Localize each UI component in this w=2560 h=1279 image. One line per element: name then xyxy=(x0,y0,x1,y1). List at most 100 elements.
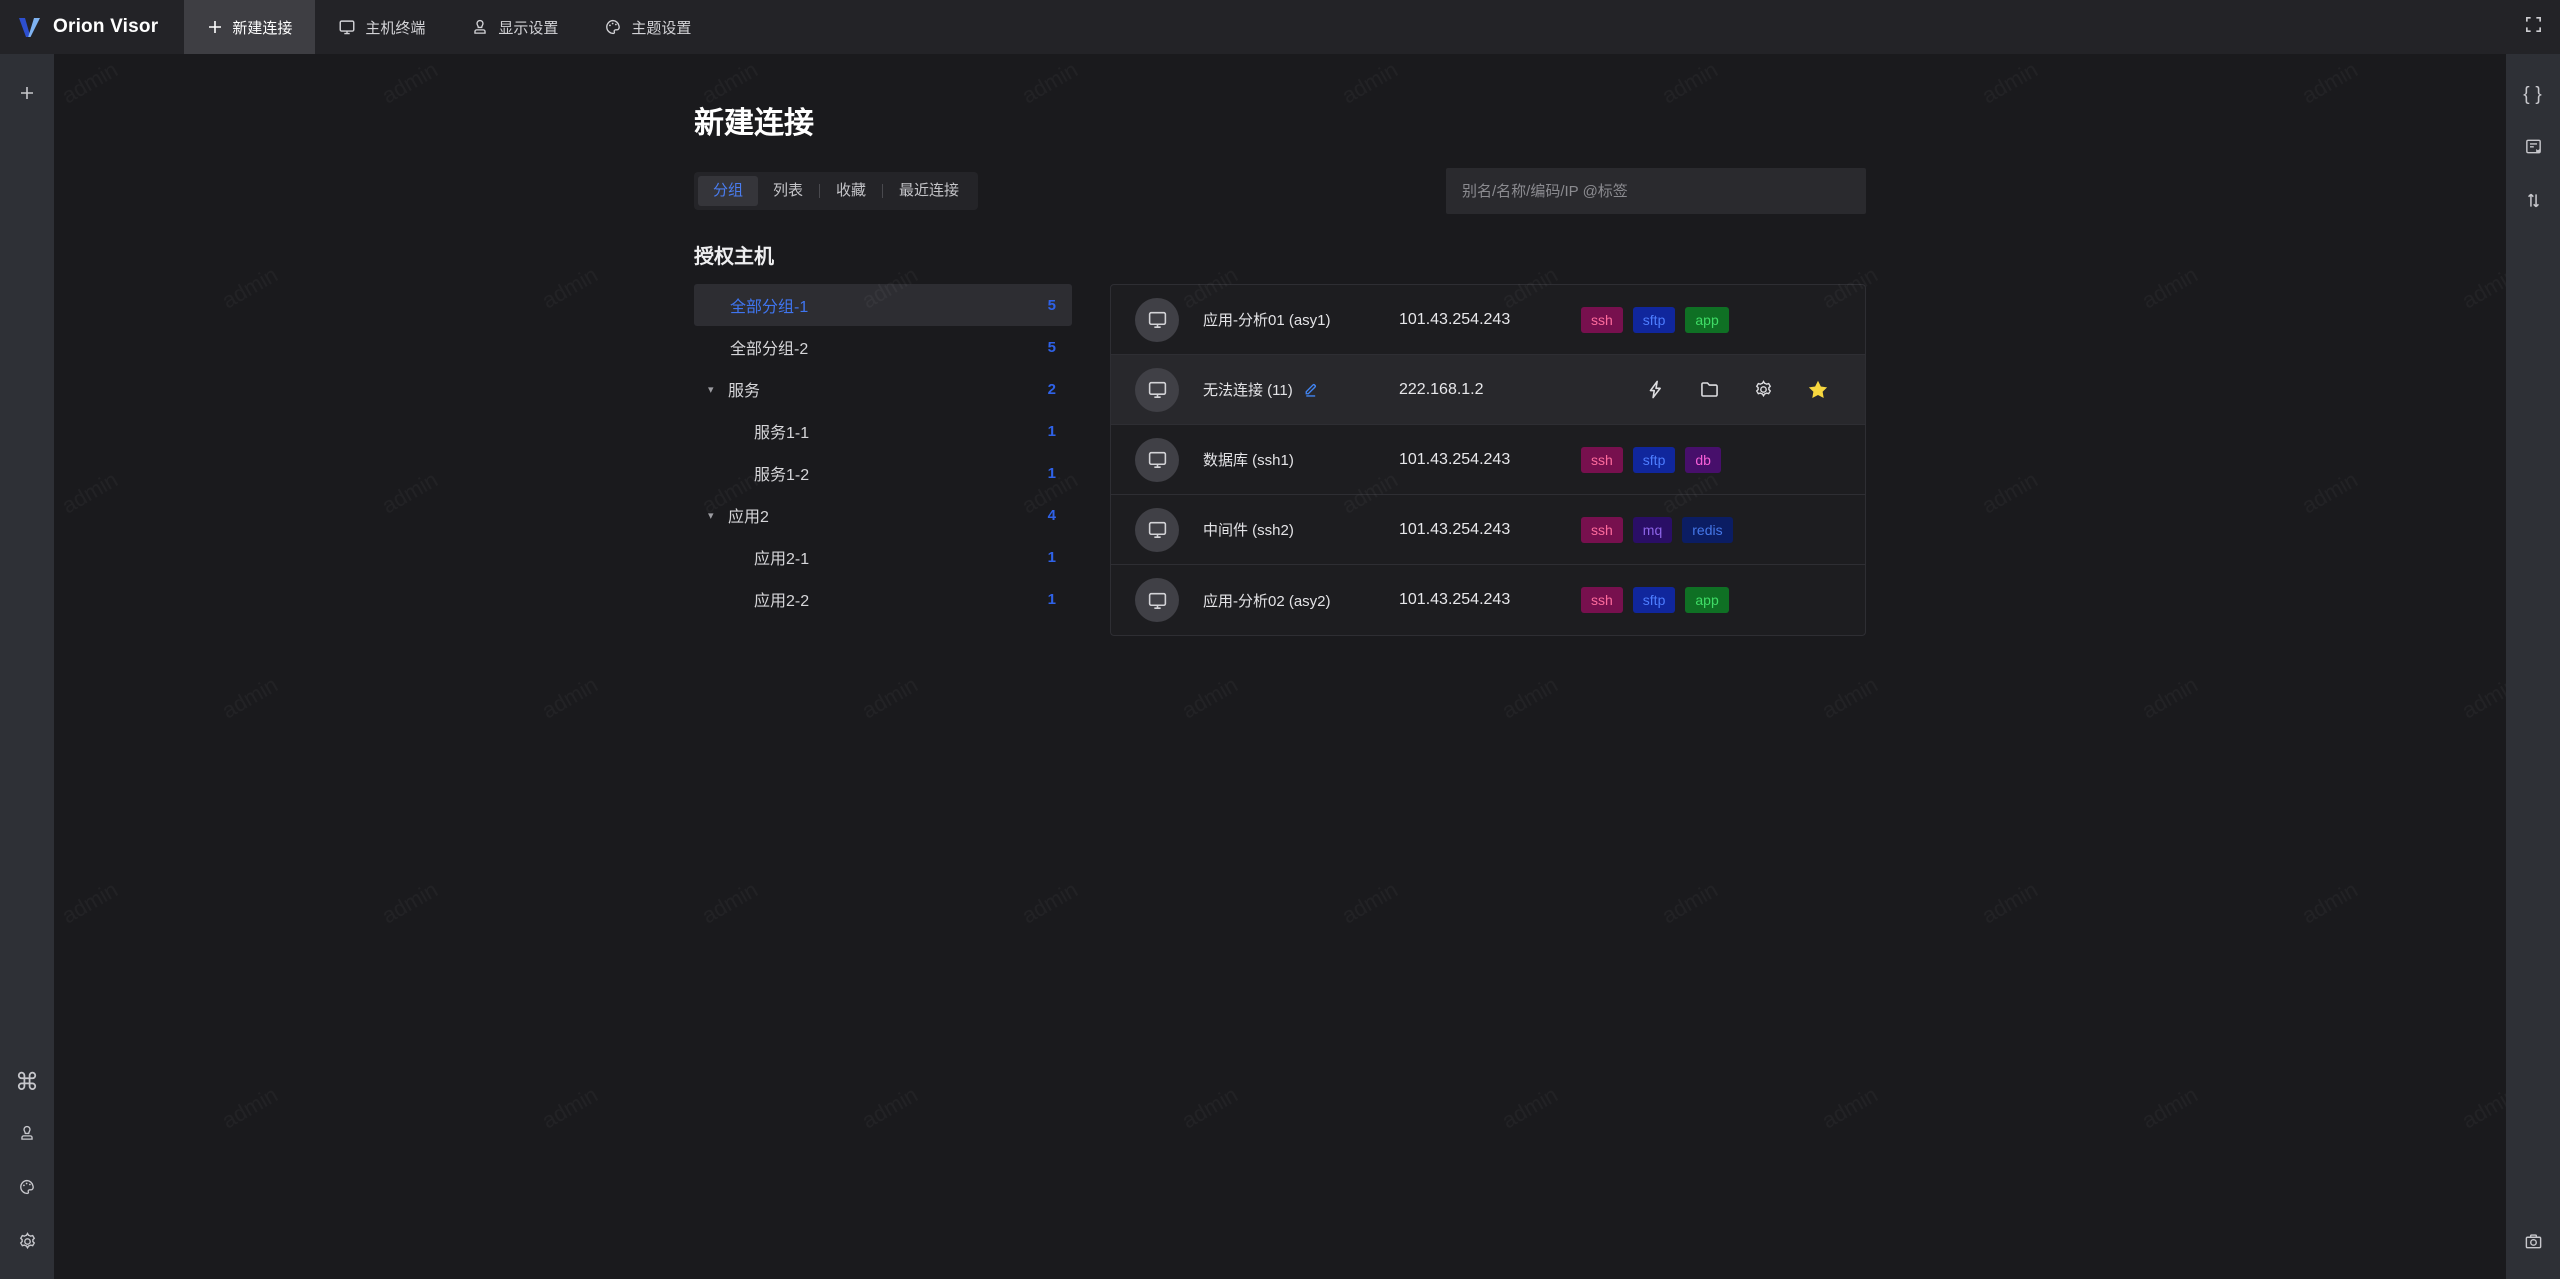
tree-item[interactable]: ▾ 服务 2 xyxy=(694,368,1072,410)
shortcut-keys-button[interactable]: ⌘ xyxy=(0,1055,54,1109)
host-list: 应用-分析01 (asy1) 101.43.254.243 ssh sftp app… xyxy=(1110,284,1866,636)
caret-down-icon[interactable]: ▾ xyxy=(708,383,728,396)
edit-icon[interactable] xyxy=(1302,381,1319,398)
tree-item-label: 服务1-2 xyxy=(754,467,810,484)
tree-item[interactable]: 全部分组-2 5 xyxy=(694,326,1072,368)
tag-ssh: ssh xyxy=(1581,516,1623,543)
topbar-menu: 新建连接 主机终端 显示设置 主题设置 xyxy=(184,0,714,54)
host-monitor-icon xyxy=(1135,507,1179,552)
tab-4[interactable]: 最近连接 xyxy=(884,176,974,206)
tag-sftp: sftp xyxy=(1632,446,1676,473)
stamp-icon xyxy=(18,1124,36,1148)
terminal-action-icon[interactable] xyxy=(1645,379,1666,400)
bookmark-doc-button[interactable] xyxy=(2506,122,2560,176)
favorite-action-icon[interactable] xyxy=(1807,379,1829,401)
tag-sftp: sftp xyxy=(1632,306,1676,333)
tree-item-label: 全部分组-1 xyxy=(730,299,809,316)
left-rail: ⌘ xyxy=(0,54,54,1279)
tree-item[interactable]: 应用2-1 1 xyxy=(694,536,1072,578)
host-ip: 101.43.254.243 xyxy=(1399,450,1511,468)
add-connection-button[interactable] xyxy=(0,68,54,122)
host-monitor-icon xyxy=(1135,437,1179,482)
tree-item[interactable]: 应用2-2 1 xyxy=(694,578,1072,620)
orion-visor-logo-icon xyxy=(19,17,40,37)
tag-sftp: sftp xyxy=(1632,587,1676,613)
app-logo[interactable]: Orion Visor xyxy=(0,14,184,41)
menu-item-stamp[interactable]: 显示设置 xyxy=(448,0,581,54)
host-tags: ssh sftp app xyxy=(1581,587,1729,613)
tree-item[interactable]: 服务1-2 1 xyxy=(694,452,1072,494)
tag-ssh: ssh xyxy=(1581,587,1623,613)
right-rail: { } xyxy=(2506,54,2560,1279)
tree-item-count: 1 xyxy=(1047,464,1056,482)
tab-separator xyxy=(882,184,884,198)
tree-item[interactable]: ▾ 应用2 4 xyxy=(694,494,1072,536)
plus-icon xyxy=(19,84,35,107)
stamp-icon xyxy=(471,18,489,36)
host-row[interactable]: 应用-分析01 (asy1) 101.43.254.243 ssh sftp app xyxy=(1111,285,1865,355)
topbar: Orion Visor 新建连接 主机终端 显示设置 主题设置 xyxy=(0,0,2560,54)
tree-item[interactable]: 全部分组-1 5 xyxy=(694,284,1072,326)
sort-button[interactable] xyxy=(2506,176,2560,230)
tag-app: app xyxy=(1685,587,1729,613)
menu-item-plus[interactable]: 新建连接 xyxy=(184,0,316,54)
tab-separator xyxy=(819,184,821,198)
gear-icon xyxy=(17,1231,38,1258)
view-tabs: 分组 列表 收藏 最近连接 xyxy=(694,172,979,210)
settings-action-icon[interactable] xyxy=(1753,379,1774,400)
theme-settings-button[interactable] xyxy=(0,1163,54,1217)
json-view-button[interactable]: { } xyxy=(2506,68,2560,122)
host-monitor-icon xyxy=(1135,367,1179,412)
tree-item-label: 应用2-2 xyxy=(754,593,810,610)
tag-mq: mq xyxy=(1632,516,1673,543)
tree-item-label: 全部分组-2 xyxy=(730,341,809,358)
monitor-icon xyxy=(338,18,356,36)
host-actions xyxy=(1645,379,1841,401)
tree-item-count: 1 xyxy=(1047,422,1056,440)
host-name: 无法连接 (11) xyxy=(1203,382,1293,399)
host-name: 应用-分析01 (asy1) xyxy=(1203,312,1331,329)
menu-item-monitor[interactable]: 主机终端 xyxy=(315,0,448,54)
host-ip: 101.43.254.243 xyxy=(1399,310,1511,328)
tree-item-label: 应用2 xyxy=(728,509,769,526)
search-input[interactable] xyxy=(1446,168,1866,214)
tree-item-label: 应用2-1 xyxy=(754,551,810,568)
host-name: 中间件 (ssh2) xyxy=(1203,522,1294,539)
toolbar: 分组 列表 收藏 最近连接 xyxy=(694,168,1866,214)
host-tags: ssh sftp db xyxy=(1581,446,1721,473)
display-settings-button[interactable] xyxy=(0,1109,54,1163)
host-row[interactable]: 无法连接 (11) 222.168.1.2 xyxy=(1111,355,1865,425)
tab-2[interactable]: 列表 xyxy=(758,176,818,206)
tree-item[interactable]: 服务1-1 1 xyxy=(694,410,1072,452)
folder-action-icon[interactable] xyxy=(1699,379,1720,400)
caret-down-icon[interactable]: ▾ xyxy=(708,509,728,522)
menu-item-palette[interactable]: 主题设置 xyxy=(581,0,714,54)
palette-icon xyxy=(604,18,622,36)
host-monitor-icon xyxy=(1135,297,1179,342)
section-heading: 授权主机 xyxy=(694,246,774,268)
host-monitor-icon xyxy=(1135,578,1179,622)
host-row[interactable]: 数据库 (ssh1) 101.43.254.243 ssh sftp db xyxy=(1111,425,1865,495)
tree-item-count: 4 xyxy=(1047,506,1056,524)
command-icon: ⌘ xyxy=(15,1068,39,1096)
group-tree: 全部分组-1 5 全部分组-2 5 ▾ 服务 2 服务1-1 1 服务1-2 1… xyxy=(694,284,1072,620)
tab-3[interactable]: 收藏 xyxy=(821,176,881,206)
tag-db: db xyxy=(1685,446,1721,473)
palette-icon xyxy=(18,1178,36,1202)
tab-1[interactable]: 分组 xyxy=(698,176,759,206)
host-row[interactable]: 应用-分析02 (asy2) 101.43.254.243 ssh sftp app xyxy=(1111,565,1865,635)
tag-ssh: ssh xyxy=(1581,306,1623,333)
plus-icon xyxy=(207,19,223,35)
screenshot-button[interactable] xyxy=(2506,1217,2560,1271)
settings-button[interactable] xyxy=(0,1217,54,1271)
braces-icon: { } xyxy=(2523,84,2543,105)
host-tags: ssh sftp app xyxy=(1581,306,1729,333)
fullscreen-button[interactable] xyxy=(2506,0,2560,54)
tree-item-count: 5 xyxy=(1047,296,1056,314)
app-title: Orion Visor xyxy=(53,16,159,37)
host-row[interactable]: 中间件 (ssh2) 101.43.254.243 ssh mq redis xyxy=(1111,495,1865,565)
host-ip: 101.43.254.243 xyxy=(1399,591,1511,608)
menu-item-label: 显示设置 xyxy=(498,19,559,37)
host-tags: ssh mq redis xyxy=(1581,516,1733,543)
sort-vertical-icon xyxy=(2524,191,2543,216)
